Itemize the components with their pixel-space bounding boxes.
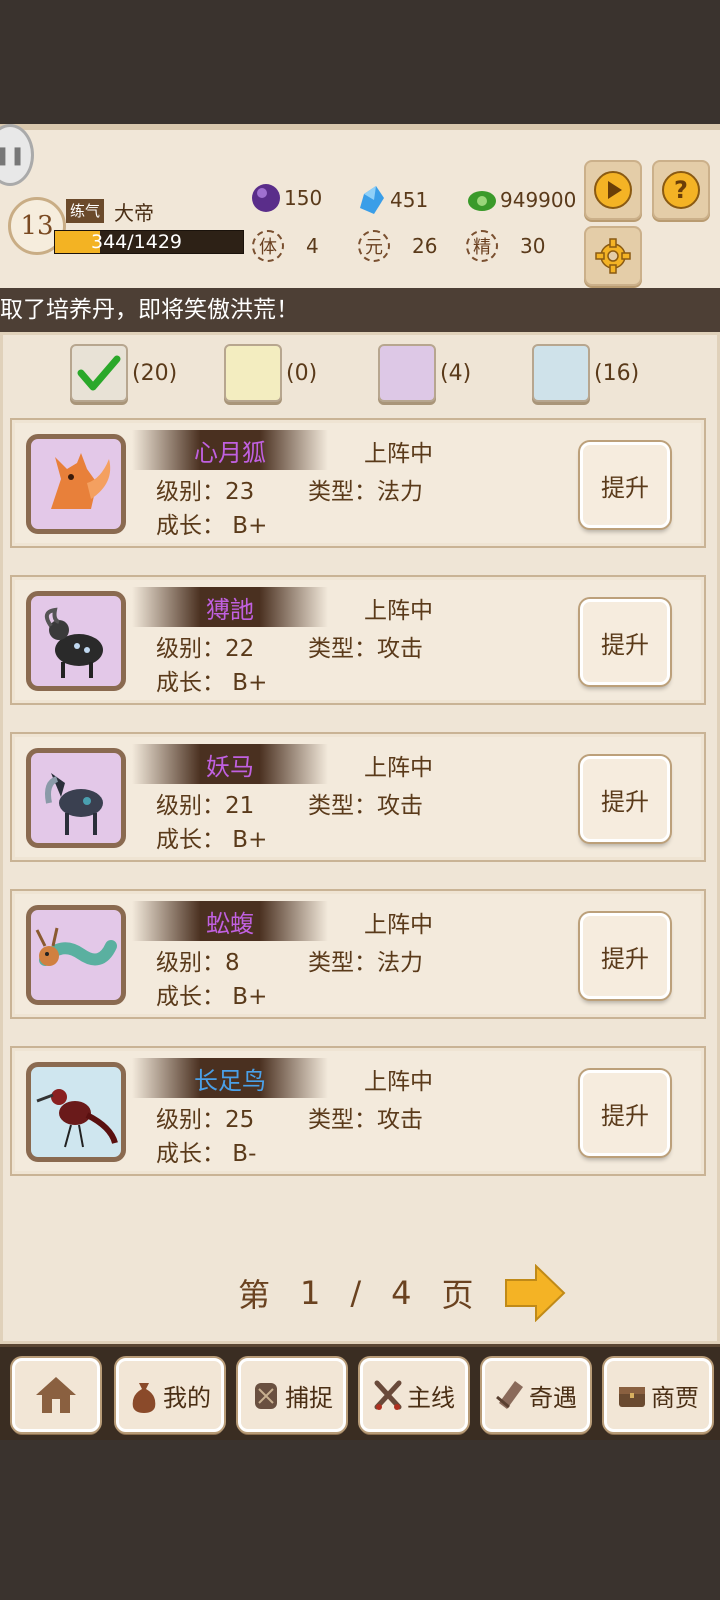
broadcast-marquee: 取了培养丹，即将笑傲洪荒！	[0, 288, 720, 332]
blue-crystal-icon	[360, 186, 384, 214]
play-icon	[594, 171, 632, 209]
pet-card[interactable]: 蚣蝮 上阵中 级别：8 类型：法力 成长： B+ 提升	[10, 889, 706, 1019]
pet-card[interactable]: 长足鸟 上阵中 级别：25 类型：攻击 成长： B- 提升	[10, 1046, 706, 1176]
pet-type: 类型：攻击	[308, 1107, 423, 1133]
filter-box[interactable]	[70, 344, 128, 402]
help-button[interactable]: ?	[652, 160, 710, 220]
top-dark-area	[0, 0, 720, 124]
pet-name-bar: 蚣蝮	[132, 901, 328, 941]
nav-mine[interactable]: 我的	[116, 1358, 224, 1432]
pet-growth: 成长： B+	[156, 827, 268, 853]
nav-adventure[interactable]: 奇遇	[482, 1358, 590, 1432]
goat-beast-icon	[26, 591, 126, 691]
stat-essence: 精 30	[466, 230, 545, 262]
stat-yuan: 元 26	[358, 230, 437, 262]
pet-level: 级别：21	[156, 793, 255, 819]
stat-body: 体 4	[252, 230, 319, 262]
pet-level: 级别：25	[156, 1107, 255, 1133]
pet-level: 级别：22	[156, 636, 255, 662]
pet-type: 类型：法力	[308, 950, 423, 976]
settings-button[interactable]	[584, 226, 642, 286]
nav-main-quest[interactable]: 主线	[360, 1358, 468, 1432]
checkmark-icon	[77, 355, 121, 391]
nav-merchant[interactable]: 商贾	[604, 1358, 712, 1432]
gear-icon	[595, 238, 631, 274]
upgrade-button[interactable]: 提升	[580, 442, 670, 528]
player-title: 大帝	[114, 201, 154, 225]
filter-all[interactable]: (20)	[70, 344, 177, 402]
pet-status: 上阵中	[364, 1069, 433, 1095]
pagination: 第 1 / 4 页	[238, 1264, 566, 1322]
rank-tag: 练气	[66, 199, 105, 223]
pet-growth: 成长： B-	[156, 1141, 257, 1167]
next-page-arrow-icon[interactable]	[504, 1264, 566, 1322]
pet-status: 上阵中	[364, 598, 433, 624]
pet-name-bar: 猼訑	[132, 587, 328, 627]
pet-card[interactable]: 心月狐 上阵中 级别：23 类型：法力 成长： B+ 提升	[10, 418, 706, 548]
horse-beast-icon	[26, 748, 126, 848]
home-icon	[36, 1377, 76, 1413]
total-pages: 4	[391, 1274, 412, 1312]
fox-icon	[26, 434, 126, 534]
pause-icon: ❚❚	[0, 144, 26, 166]
filter-box[interactable]	[532, 344, 590, 402]
pet-status: 上阵中	[364, 441, 433, 467]
pet-card[interactable]: 猼訑 上阵中 级别：22 类型：攻击 成长： B+ 提升	[10, 575, 706, 705]
pet-growth: 成长： B+	[156, 670, 268, 696]
swords-icon	[374, 1380, 402, 1410]
play-button[interactable]	[584, 160, 642, 220]
help-icon: ?	[662, 171, 700, 209]
green-jade-icon	[468, 191, 496, 211]
pet-card[interactable]: 妖马 上阵中 级别：21 类型：攻击 成长： B+ 提升	[10, 732, 706, 862]
filter-yellow[interactable]: (0)	[224, 344, 317, 402]
upgrade-button[interactable]: 提升	[580, 913, 670, 999]
scroll-icon	[496, 1381, 523, 1409]
pet-name-bar: 妖马	[132, 744, 328, 784]
current-page: 1	[300, 1274, 321, 1312]
purple-orb-icon	[252, 184, 280, 212]
exp-bar: 344/1429	[54, 230, 244, 254]
upgrade-button[interactable]: 提升	[580, 1070, 670, 1156]
pet-growth: 成长： B+	[156, 513, 268, 539]
pet-status: 上阵中	[364, 912, 433, 938]
pet-name-bar: 心月狐	[132, 430, 328, 470]
chest-icon	[619, 1387, 645, 1407]
resource-jade: 949900	[466, 184, 576, 216]
pet-type: 类型：法力	[308, 479, 423, 505]
filter-blue[interactable]: (16)	[532, 344, 639, 402]
filter-purple[interactable]: (4)	[378, 344, 471, 402]
upgrade-button[interactable]: 提升	[580, 599, 670, 685]
pet-level: 级别：23	[156, 479, 255, 505]
bag-icon	[132, 1383, 156, 1413]
pet-status: 上阵中	[364, 755, 433, 781]
pet-level: 级别：8	[156, 950, 240, 976]
bottom-dark-area	[0, 1440, 720, 1600]
pet-type: 类型：攻击	[308, 636, 423, 662]
resource-crystal: 451	[356, 184, 428, 216]
net-icon	[255, 1383, 277, 1409]
dragon-icon	[26, 905, 126, 1005]
filter-box[interactable]	[224, 344, 282, 402]
nav-home[interactable]	[12, 1358, 100, 1432]
nav-capture[interactable]: 捕捉	[238, 1358, 346, 1432]
pet-name-bar: 长足鸟	[132, 1058, 328, 1098]
resource-orb: 150	[250, 182, 322, 214]
bird-icon	[26, 1062, 126, 1162]
svg-text:?: ?	[674, 176, 688, 204]
pet-type: 类型：攻击	[308, 793, 423, 819]
exp-text: 344/1429	[91, 231, 183, 253]
filter-box[interactable]	[378, 344, 436, 402]
pet-growth: 成长： B+	[156, 984, 268, 1010]
upgrade-button[interactable]: 提升	[580, 756, 670, 842]
